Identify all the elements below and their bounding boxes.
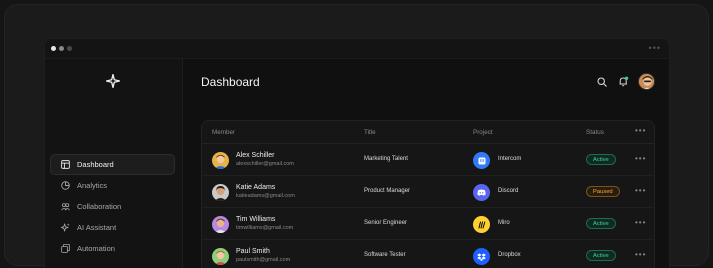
table-row[interactable]: Katie Adams katieadams@gmail.com Product…: [202, 176, 654, 208]
table-row[interactable]: Tim Williams timwilliams@gmail.com Senio…: [202, 208, 654, 240]
column-header-member[interactable]: Member: [212, 129, 235, 136]
project-name[interactable]: Intercom: [498, 156, 521, 162]
window-dot-close[interactable]: [51, 46, 56, 51]
pie-chart-icon: [61, 181, 70, 190]
sidebar-item-label: AI Assistant: [77, 223, 117, 232]
sidebar-item-label: Automation: [77, 244, 115, 253]
member-name: Paul Smith: [236, 248, 270, 255]
project-name[interactable]: Miro: [498, 220, 510, 226]
members-table: Member Title Project Status ••• Alex Sch…: [201, 120, 655, 268]
sidebar-item-label: Dashboard: [77, 160, 114, 169]
member-title: Software Tester: [364, 252, 406, 258]
window-dot-minimize[interactable]: [59, 46, 64, 51]
sidebar-item-dashboard[interactable]: Dashboard: [50, 154, 175, 175]
avatar: [212, 184, 229, 201]
window-dot-maximize[interactable]: [67, 46, 72, 51]
row-more-icon[interactable]: •••: [635, 154, 646, 163]
project-name[interactable]: Discord: [498, 188, 518, 194]
member-email: alexschiller@gmail.com: [236, 161, 294, 167]
row-more-icon[interactable]: •••: [635, 218, 646, 227]
window-titlebar: •••: [45, 39, 669, 59]
member-email: katieadams@gmail.com: [236, 193, 295, 199]
status-badge: Active: [586, 218, 616, 229]
sidebar: Dashboard Analytics Collaboration AI Ass…: [45, 59, 183, 268]
sidebar-item-label: Analytics: [77, 181, 108, 190]
bell-icon: [619, 76, 628, 87]
table-more-icon[interactable]: •••: [635, 126, 646, 135]
window-more-icon[interactable]: •••: [649, 43, 661, 53]
member-title: Marketing Talent: [364, 156, 408, 162]
sidebar-item-automation[interactable]: Automation: [50, 238, 175, 259]
header-actions: [587, 73, 655, 90]
sparkle-icon: [61, 223, 70, 232]
users-icon: [61, 203, 70, 211]
search-icon: [597, 76, 607, 87]
layers-icon: [61, 244, 70, 253]
main-content: Dashboard Member Title Project Status ••…: [184, 59, 669, 268]
sidebar-item-label: Collaboration: [77, 202, 122, 211]
row-more-icon[interactable]: •••: [635, 250, 646, 259]
table-header: Member Title Project Status •••: [202, 121, 654, 144]
sidebar-item-collaboration[interactable]: Collaboration: [50, 196, 175, 217]
discord-icon: [473, 184, 490, 201]
layout-icon: [61, 160, 70, 169]
search-button[interactable]: [596, 76, 608, 88]
table-row[interactable]: Paul Smith paulsmith@gmail.com Software …: [202, 240, 654, 268]
avatar: [212, 216, 229, 233]
miro-icon: [473, 216, 490, 233]
row-more-icon[interactable]: •••: [635, 186, 646, 195]
member-name: Katie Adams: [236, 184, 276, 191]
table-row[interactable]: Alex Schiller alexschiller@gmail.com Mar…: [202, 144, 654, 176]
app-window: ••• Dashboard Analytics Collaboration AI…: [44, 38, 670, 268]
column-header-title[interactable]: Title: [364, 129, 376, 136]
status-badge: Paused: [586, 186, 620, 197]
logo-icon[interactable]: [106, 74, 120, 88]
sidebar-item-ai-assistant[interactable]: AI Assistant: [50, 217, 175, 238]
notifications-button[interactable]: [617, 76, 629, 88]
intercom-icon: [473, 152, 490, 169]
user-avatar-icon: [639, 74, 654, 89]
column-header-status[interactable]: Status: [586, 129, 604, 136]
sidebar-item-analytics[interactable]: Analytics: [50, 175, 175, 196]
member-title: Senior Engineer: [364, 220, 408, 226]
user-avatar[interactable]: [638, 73, 655, 90]
avatar: [212, 152, 229, 169]
page-title: Dashboard: [201, 75, 260, 89]
sidebar-nav: Dashboard Analytics Collaboration AI Ass…: [50, 154, 175, 259]
member-email: timwilliams@gmail.com: [236, 225, 294, 231]
member-name: Alex Schiller: [236, 152, 275, 159]
project-name[interactable]: Dropbox: [498, 252, 521, 258]
status-badge: Active: [586, 250, 616, 261]
member-title: Product Manager: [364, 188, 411, 194]
member-name: Tim Williams: [236, 216, 276, 223]
avatar: [212, 248, 229, 265]
dropbox-icon: [473, 248, 490, 265]
member-email: paulsmith@gmail.com: [236, 257, 291, 263]
status-badge: Active: [586, 154, 616, 165]
column-header-project[interactable]: Project: [473, 129, 493, 136]
